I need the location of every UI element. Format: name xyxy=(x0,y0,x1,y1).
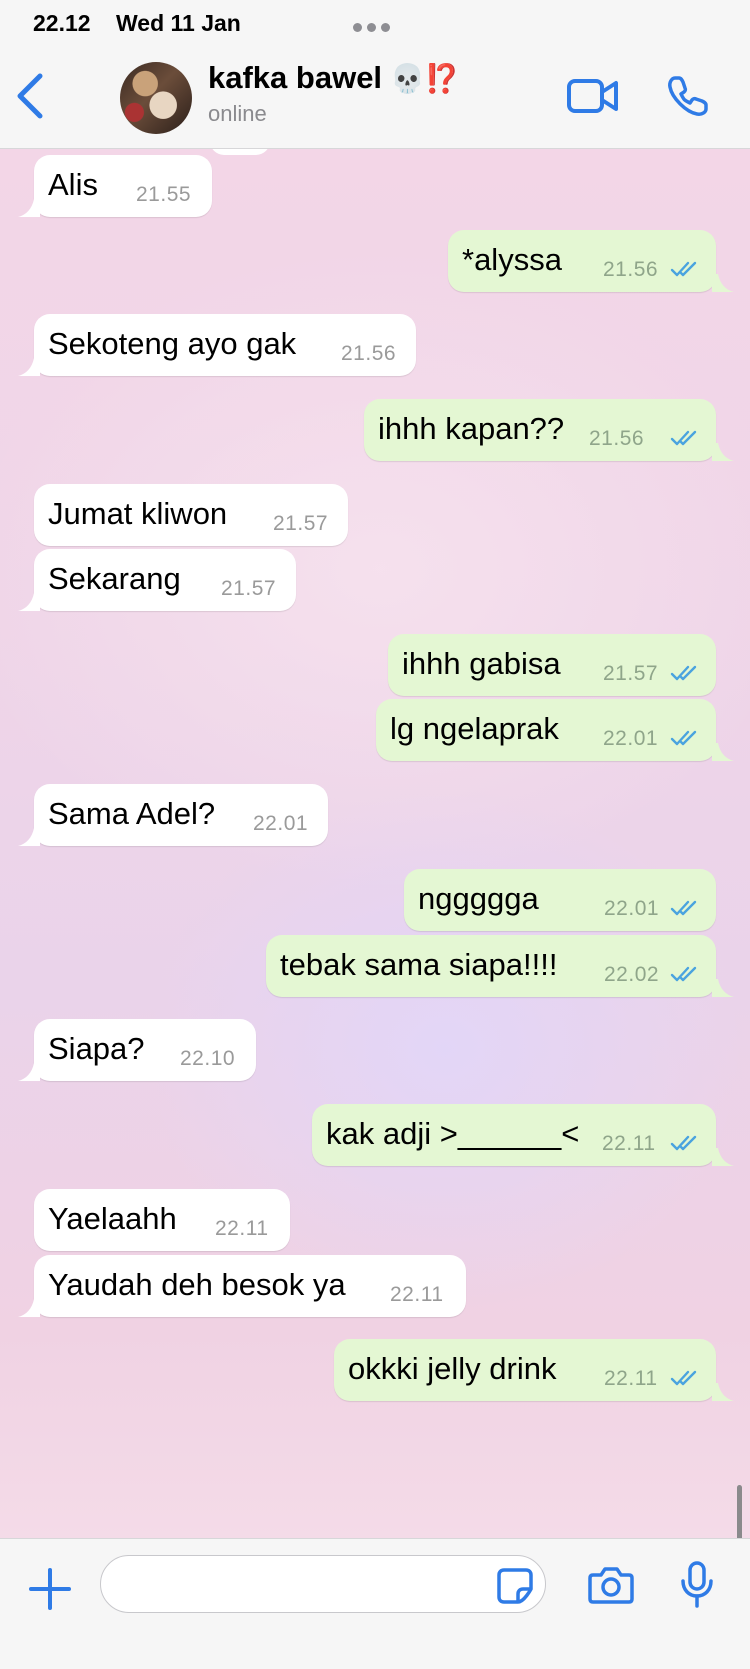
attach-button[interactable] xyxy=(28,1567,72,1611)
outgoing-message[interactable]: lg ngelaprak 22.01 xyxy=(376,699,734,761)
outgoing-message[interactable]: ihhh gabisa 21.57 xyxy=(388,634,716,696)
message-text: Sekarang xyxy=(48,561,181,596)
incoming-message[interactable]: Sama Adel? 22.01 xyxy=(18,784,328,846)
bubble-tail xyxy=(18,593,40,611)
message-time: 21.56 xyxy=(589,427,645,450)
read-receipt-icon xyxy=(670,1370,697,1386)
bubble-tail xyxy=(18,1299,40,1317)
message-text: Sekoteng ayo gak xyxy=(48,326,297,361)
outgoing-message[interactable]: kak adji >______< 22.11 xyxy=(312,1104,734,1166)
outgoing-message[interactable]: ihhh kapan?? 21.56 xyxy=(364,399,734,461)
read-receipt-icon xyxy=(670,730,697,746)
message-time: 22.02 xyxy=(604,963,660,986)
message-time: 22.01 xyxy=(603,727,659,750)
message-time: 21.56 xyxy=(603,258,659,281)
previous-message-edge xyxy=(210,149,270,155)
message-text: Yaelaahh xyxy=(48,1201,177,1236)
bubble-tail xyxy=(712,274,734,292)
read-receipt-icon xyxy=(670,430,697,446)
message-text: *alyssa xyxy=(462,242,562,277)
outgoing-message[interactable]: tebak sama siapa!!!! 22.02 xyxy=(266,935,734,997)
bubble-tail xyxy=(712,743,734,761)
sticker-button[interactable] xyxy=(496,1567,534,1605)
message-text: kak adji >______< xyxy=(326,1116,580,1151)
read-receipt-icon xyxy=(670,665,697,681)
message-time: 22.11 xyxy=(602,1132,656,1155)
read-receipt-icon xyxy=(670,966,697,982)
contact-avatar[interactable] xyxy=(120,62,192,134)
message-text: Sama Adel? xyxy=(48,796,216,831)
message-text: ihhh gabisa xyxy=(402,646,561,681)
status-bar: 22.12 Wed 11 Jan xyxy=(0,0,750,48)
message-text: tebak sama siapa!!!! xyxy=(280,947,558,982)
message-time: 21.57 xyxy=(273,512,329,535)
message-input[interactable] xyxy=(100,1555,546,1613)
status-date: Wed 11 Jan xyxy=(116,10,241,36)
message-time: 22.11 xyxy=(215,1217,269,1240)
message-time: 22.11 xyxy=(604,1367,658,1390)
plus-icon xyxy=(29,1568,71,1610)
camera-button[interactable] xyxy=(588,1565,634,1605)
message-time: 21.57 xyxy=(221,577,277,600)
chevron-left-icon xyxy=(17,73,43,119)
message-time: 21.56 xyxy=(341,342,397,365)
message-text: okkki jelly drink xyxy=(348,1351,557,1386)
incoming-message[interactable]: Siapa? 22.10 xyxy=(18,1019,256,1081)
message-text: lg ngelaprak xyxy=(390,711,559,746)
incoming-message[interactable]: Sekoteng ayo gak 21.56 xyxy=(18,314,416,376)
input-bar xyxy=(0,1538,750,1669)
message-text: Siapa? xyxy=(48,1031,145,1066)
sticker-icon xyxy=(497,1568,533,1604)
message-time: 22.01 xyxy=(604,897,660,920)
video-call-button[interactable] xyxy=(566,76,620,116)
message-text: Alis xyxy=(48,167,98,202)
message-text: nggggga xyxy=(418,881,539,916)
incoming-message[interactable]: Yaelaahh 22.11 xyxy=(34,1189,290,1251)
bubble-tail xyxy=(712,443,734,461)
contact-status: online xyxy=(208,101,267,126)
microphone-icon xyxy=(681,1561,713,1608)
chat-messages-area[interactable]: Alis 21.55 *alyssa 21.56 Sekoteng ayo gak 21.… xyxy=(0,149,750,1538)
status-time: 22.12 xyxy=(33,10,91,36)
message-text: Jumat kliwon xyxy=(48,496,228,531)
read-receipt-icon xyxy=(670,261,697,277)
bubble-tail xyxy=(18,199,40,217)
chat-scrollbar[interactable] xyxy=(737,1485,742,1538)
read-receipt-icon xyxy=(670,1135,697,1151)
incoming-message[interactable]: Yaudah deh besok ya 22.11 xyxy=(18,1255,466,1317)
message-text: Yaudah deh besok ya xyxy=(48,1267,346,1302)
bubble-tail xyxy=(712,1148,734,1166)
message-time: 22.10 xyxy=(180,1047,236,1070)
message-time: 21.57 xyxy=(603,662,659,685)
voice-message-button[interactable] xyxy=(680,1561,714,1609)
bubble-tail xyxy=(18,1063,40,1081)
message-text: ihhh kapan?? xyxy=(378,411,565,446)
bubble-tail xyxy=(18,828,40,846)
multitask-dots-icon[interactable] xyxy=(353,19,397,32)
bubble-tail xyxy=(712,1383,734,1401)
incoming-message[interactable]: Alis 21.55 xyxy=(18,155,212,217)
message-time: 21.55 xyxy=(136,183,192,206)
message-time: 22.01 xyxy=(253,812,309,835)
phone-icon xyxy=(668,76,708,116)
incoming-message[interactable]: Sekarang 21.57 xyxy=(18,549,296,611)
chat-header: kafka bawel 💀⁉️ online xyxy=(0,48,750,149)
incoming-message[interactable]: Jumat kliwon 21.57 xyxy=(34,484,348,546)
bubble-tail xyxy=(18,358,40,376)
contact-name-emoji: 💀⁉️ xyxy=(390,63,460,94)
camera-icon xyxy=(588,1567,634,1604)
read-receipt-icon xyxy=(670,900,697,916)
video-camera-icon xyxy=(567,79,618,113)
message-time: 22.11 xyxy=(390,1283,444,1306)
back-button[interactable] xyxy=(14,72,48,120)
outgoing-message[interactable]: nggggga 22.01 xyxy=(404,869,716,931)
voice-call-button[interactable] xyxy=(666,74,710,118)
contact-name[interactable]: kafka bawel xyxy=(208,60,382,96)
outgoing-message[interactable]: okkki jelly drink 22.11 xyxy=(334,1339,734,1401)
outgoing-message[interactable]: *alyssa 21.56 xyxy=(448,230,734,292)
bubble-tail xyxy=(712,979,734,997)
